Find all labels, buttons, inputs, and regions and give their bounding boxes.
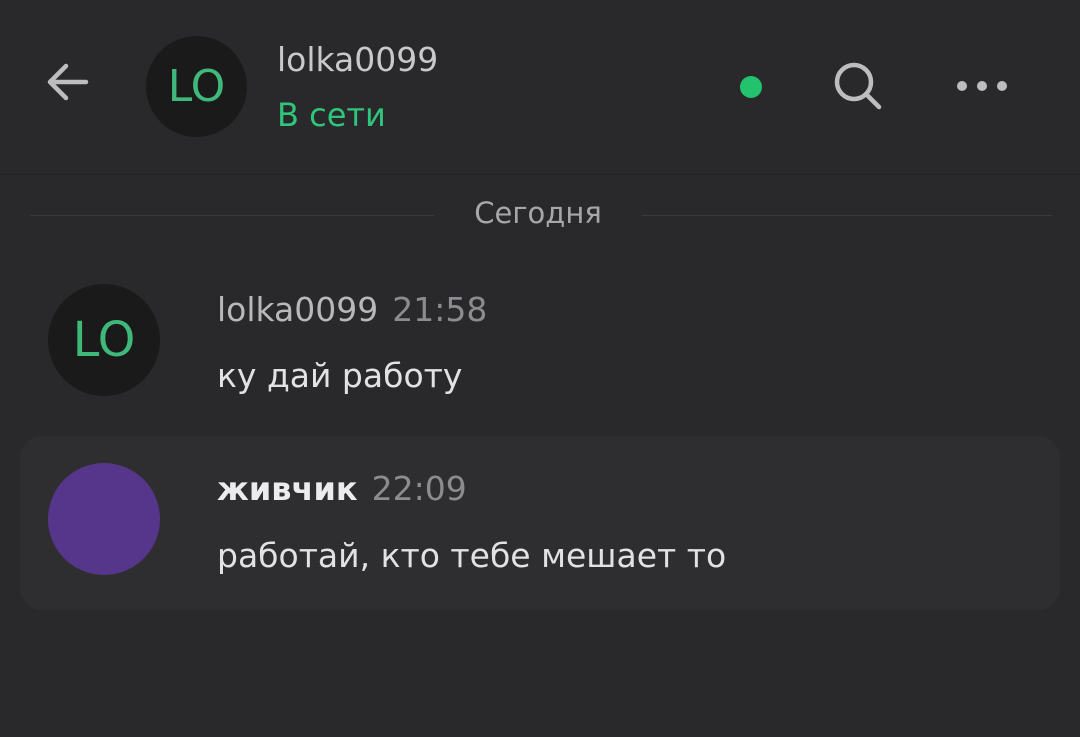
message-text: работай, кто тебе мешает то (217, 536, 727, 575)
message-author[interactable]: живчик (217, 470, 358, 508)
chat-screen: LO lolka0099 В сети Сегодня LO lolka0099… (0, 0, 1080, 737)
chat-title[interactable]: lolka0099 (277, 40, 438, 79)
search-button[interactable] (830, 58, 886, 114)
online-status: В сети (277, 96, 386, 134)
date-separator: Сегодня (30, 196, 1052, 234)
message-item[interactable]: LO lolka0099 21:58 ку дай работу (20, 272, 1060, 412)
message-item[interactable]: живчик 22:09 работай, кто тебе мешает то (20, 436, 1060, 610)
message-text: ку дай работу (217, 356, 463, 395)
message-header: lolka0099 21:58 (217, 290, 487, 329)
avatar[interactable]: LO (146, 36, 247, 137)
date-label: Сегодня (474, 196, 602, 230)
more-dots-icon (957, 81, 1007, 91)
more-options-button[interactable] (950, 62, 1014, 110)
arrow-left-icon (47, 63, 89, 101)
message-time: 22:09 (371, 469, 467, 508)
back-button[interactable] (38, 52, 98, 112)
avatar[interactable]: LO (48, 284, 160, 396)
message-author[interactable]: lolka0099 (217, 290, 378, 329)
divider (30, 215, 434, 216)
message-header: живчик 22:09 (217, 469, 467, 508)
online-indicator (740, 76, 762, 98)
search-icon (834, 62, 882, 110)
chat-header: LO lolka0099 В сети (0, 0, 1080, 175)
avatar[interactable] (48, 463, 160, 575)
divider (642, 215, 1052, 216)
message-time: 21:58 (392, 290, 488, 329)
